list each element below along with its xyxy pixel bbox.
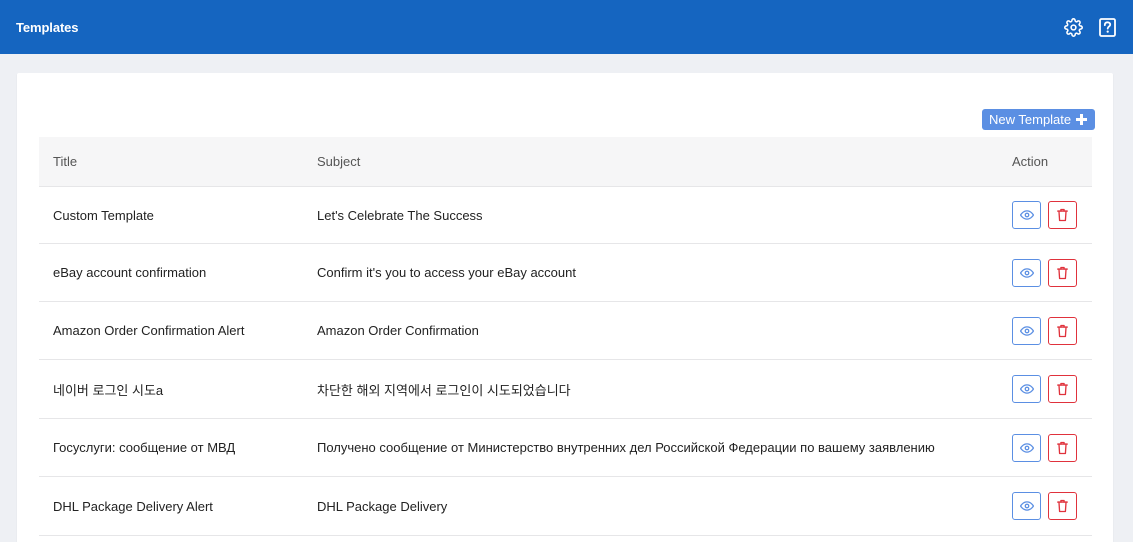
help-icon[interactable] [1097, 17, 1117, 37]
delete-button[interactable] [1048, 433, 1077, 462]
templates-table: Title Subject Action Custom Template Let'… [39, 137, 1092, 536]
table-row: DHL Package Delivery Alert DHL Package De… [39, 477, 1092, 536]
row-title: eBay account confirmation [53, 265, 207, 280]
trash-icon [1057, 499, 1068, 513]
table-row: eBay account confirmation Confirm it's yo… [39, 244, 1092, 302]
page-title: Templates [16, 19, 79, 35]
table-row: Custom Template Let's Celebrate The Succe… [39, 187, 1092, 244]
trash-icon [1057, 324, 1068, 338]
eye-icon [1019, 325, 1034, 336]
eye-icon [1019, 210, 1034, 220]
row-actions [1012, 201, 1077, 229]
column-header-action: Action [1012, 154, 1049, 169]
eye-icon [1019, 501, 1034, 511]
table-body: Custom Template Let's Celebrate The Succe… [39, 187, 1092, 536]
top-bar-actions [1063, 17, 1117, 37]
column-header-title: Title [53, 154, 78, 169]
top-bar: Templates [0, 0, 1133, 54]
row-title: DHL Package Delivery Alert [53, 498, 213, 514]
delete-button[interactable] [1048, 375, 1077, 403]
trash-icon [1057, 266, 1068, 280]
delete-button[interactable] [1048, 258, 1077, 287]
plus-icon [1076, 114, 1088, 125]
row-subject: 차단한 해외 지역에서 로그인이 시도되었습니다 [317, 382, 571, 398]
table-row: Amazon Order Confirmation Alert Amazon Or… [39, 302, 1092, 360]
view-button[interactable] [1012, 316, 1041, 345]
view-button[interactable] [1012, 201, 1041, 229]
row-title: Custom Template [53, 207, 154, 223]
table-header: Title Subject Action [39, 137, 1092, 187]
delete-button[interactable] [1048, 201, 1077, 229]
trash-icon [1057, 441, 1068, 455]
row-actions [1012, 492, 1077, 520]
row-actions [1012, 433, 1077, 462]
view-button[interactable] [1012, 375, 1041, 403]
delete-button[interactable] [1048, 492, 1077, 520]
row-subject: Amazon Order Confirmation [317, 323, 479, 338]
table-row: Госуслуги: сообщение от МВД Получено сооб… [39, 419, 1092, 477]
row-subject: Let's Celebrate The Success [317, 207, 483, 223]
view-button[interactable] [1012, 492, 1041, 520]
eye-icon [1019, 384, 1034, 394]
row-title: 네이버 로그인 시도a [53, 382, 164, 398]
row-actions [1012, 375, 1077, 403]
row-title: Amazon Order Confirmation Alert [53, 323, 245, 338]
view-button[interactable] [1012, 433, 1041, 462]
trash-icon [1057, 208, 1068, 222]
new-template-button[interactable]: New Template [982, 109, 1096, 130]
row-title: Госуслуги: сообщение от МВД [53, 440, 236, 455]
gear-icon[interactable] [1063, 17, 1083, 37]
row-actions [1012, 316, 1077, 345]
table-row: 네이버 로그인 시도a 차단한 해외 지역에서 로그인이 시도되었습니다 [39, 360, 1092, 419]
templates-card: New Template Title Subject Action Custom… [17, 73, 1113, 542]
row-subject: Получено сообщение от Министерство внутр… [317, 440, 935, 455]
row-actions [1012, 258, 1077, 287]
column-header-subject: Subject [317, 154, 361, 169]
trash-icon [1057, 382, 1068, 396]
eye-icon [1019, 442, 1034, 453]
view-button[interactable] [1012, 258, 1041, 287]
eye-icon [1019, 267, 1034, 278]
new-template-label: New Template [989, 112, 1072, 127]
delete-button[interactable] [1048, 316, 1077, 345]
row-subject: DHL Package Delivery [317, 498, 448, 514]
row-subject: Confirm it's you to access your eBay acc… [317, 265, 576, 280]
